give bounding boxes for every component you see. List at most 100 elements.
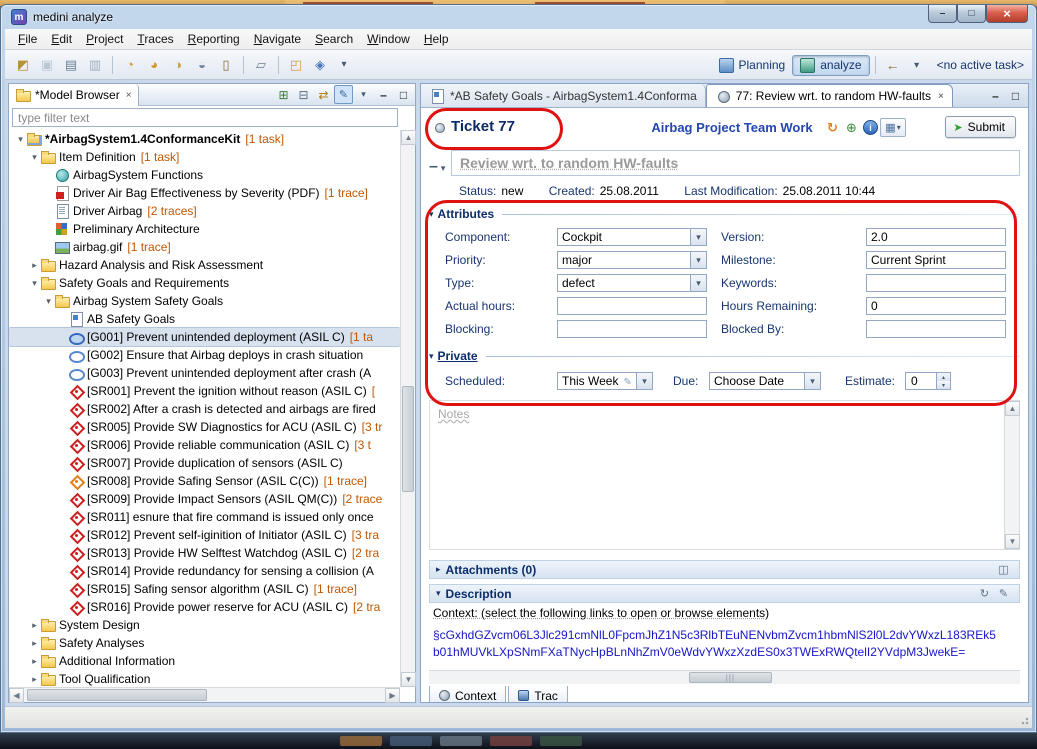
menu-window[interactable]: Window [360,30,417,48]
layout-dropdown-icon[interactable] [880,118,906,137]
tree-item[interactable]: Preliminary Architecture [9,220,400,238]
link-with-editor-icon[interactable] [314,85,333,104]
titlebar[interactable]: medini analyze [1,5,1036,29]
tree-item[interactable]: [G002] Ensure that Airbag deploys in cra… [9,346,400,364]
run-wizard-icon[interactable] [309,54,331,76]
print-icon[interactable] [60,54,82,76]
audit-icon[interactable] [191,54,213,76]
attributes-section-header[interactable]: ▾ Attributes [429,206,1020,222]
attachments-section-header[interactable]: ▸ Attachments (0) [429,560,1020,579]
expand-arrow-icon[interactable]: ▸ [29,260,40,271]
collapse-summary-control[interactable] [429,158,445,176]
tab-context[interactable]: Context [429,686,506,702]
menu-project[interactable]: Project [79,30,130,48]
taskbar-item[interactable] [540,736,582,746]
tree-item[interactable]: [SR001] Prevent the ignition without rea… [9,382,400,400]
blocking-input[interactable] [557,320,707,338]
scrollbar-thumb[interactable] [402,386,414,492]
due-select[interactable]: Choose Date [709,372,821,390]
windows-taskbar[interactable] [0,733,1037,749]
edit-description-icon[interactable] [994,584,1013,603]
toolbar-dropdown-icon[interactable] [333,54,355,76]
tree-item[interactable]: [SR006] Provide reliable communication (… [9,436,400,454]
tree-vertical-scrollbar[interactable]: ▲ ▼ [400,130,415,687]
expand-arrow-icon[interactable]: ▸ [29,656,40,667]
maximize-button[interactable] [957,5,986,23]
context-link[interactable]: §cGxhdGZvcm06L3Jlc291cmNlL0FpcmJhZ1N5c3R… [433,627,1000,662]
component-select[interactable]: Cockpit [557,228,707,246]
expand-arrow-icon[interactable]: ▾ [15,134,26,145]
tree-item[interactable]: [SR008] Provide Safing Sensor (ASIL C(C)… [9,472,400,490]
hours-remaining-input[interactable]: 0 [866,297,1006,315]
taskbar-item[interactable] [340,736,382,746]
info-icon[interactable] [861,118,880,137]
resize-grip[interactable] [1018,714,1030,726]
notes-textarea[interactable]: Notes ▲ ▼ [429,400,1020,550]
expand-arrow-icon[interactable]: ▾ [29,278,40,289]
private-section-header[interactable]: ▾ Private [429,348,1020,364]
blocked-by-input[interactable] [866,320,1006,338]
section-collapse-icon[interactable]: ▾ [429,209,434,220]
tree-item[interactable]: ▸System Design [9,616,400,634]
scheduled-select[interactable]: This Week [557,372,653,390]
edit-mode-toggle-icon[interactable] [334,85,353,104]
tab-ticket-77[interactable]: 77: Review wrt. to random HW-faults [706,84,953,107]
back-arrow-icon[interactable] [882,54,904,76]
notes-scrollbar[interactable]: ▲ ▼ [1004,401,1019,549]
tree-item[interactable]: ▾Safety Goals and Requirements [9,274,400,292]
scroll-up-icon[interactable]: ▲ [1005,401,1020,416]
tree-item[interactable]: [SR013] Provide HW Selftest Watchdog (AS… [9,544,400,562]
minimize-button[interactable] [928,5,957,23]
task-history-dropdown-icon[interactable] [906,54,928,76]
save-icon[interactable] [36,54,58,76]
tree-item[interactable]: [G003] Prevent unintended deployment aft… [9,364,400,382]
priority-select[interactable]: major [557,251,707,269]
expand-arrow-icon[interactable]: ▾ [43,296,54,307]
tree-item[interactable]: [SR016] Provide power reserve for ACU (A… [9,598,400,616]
menu-reporting[interactable]: Reporting [181,30,247,48]
tab-trac[interactable]: Trac [508,686,568,702]
perspective-analyze-button[interactable]: analyze [792,55,869,76]
tree-item[interactable]: [SR015] Safing sensor algorithm (ASIL C)… [9,580,400,598]
tree-item[interactable]: Driver Airbag[2 traces] [9,202,400,220]
section-collapse-icon[interactable]: ▾ [429,351,434,362]
tree-item[interactable]: airbag.gif[1 trace] [9,238,400,256]
scroll-left-icon[interactable]: ◀ [9,688,24,703]
description-horizontal-scrollbar[interactable]: ||| [429,670,1020,684]
new-subtask-icon[interactable] [842,118,861,137]
menu-help[interactable]: Help [417,30,456,48]
submit-button[interactable]: Submit [945,116,1016,138]
comment-icon[interactable] [119,54,141,76]
tree-item[interactable]: AB Safety Goals [9,310,400,328]
open-element-icon[interactable] [285,54,307,76]
export-icon[interactable] [84,54,106,76]
refresh-icon[interactable] [823,118,842,137]
summary-field[interactable]: Review wrt. to random HW-faults [451,150,1020,176]
tree-item[interactable]: [SR014] Provide redundancy for sensing a… [9,562,400,580]
scroll-down-icon[interactable]: ▼ [401,672,416,687]
section-expand-icon[interactable]: ▸ [436,564,441,575]
documentation-icon[interactable] [215,54,237,76]
taskbar-item[interactable] [490,736,532,746]
tree-item[interactable]: AirbagSystem Functions [9,166,400,184]
actual-hours-input[interactable] [557,297,707,315]
keywords-input[interactable] [866,274,1006,292]
scrollbar-thumb[interactable] [27,689,207,701]
perspective-planning-button[interactable]: Planning [712,56,793,75]
close-editor-icon[interactable] [938,91,944,102]
tree-item[interactable]: ▸Additional Information [9,652,400,670]
tree-item[interactable]: Driver Air Bag Effectiveness by Severity… [9,184,400,202]
stepper-buttons[interactable] [936,373,950,389]
tree-item[interactable]: [SR011] esnure that fire command is issu… [9,508,400,526]
maximize-editor-icon[interactable] [1006,86,1025,105]
tab-ab-safety-goals[interactable]: *AB Safety Goals - AirbagSystem1.4Confor… [421,84,706,107]
comments-icon[interactable] [143,54,165,76]
menu-navigate[interactable]: Navigate [247,30,308,48]
tree-item[interactable]: [SR007] Provide duplication of sensors (… [9,454,400,472]
tree-item[interactable]: ▾Item Definition[1 task] [9,148,400,166]
minimize-view-icon[interactable] [374,85,393,104]
attach-file-icon[interactable] [994,560,1013,579]
close-view-icon[interactable] [126,90,132,101]
menu-edit[interactable]: Edit [44,30,79,48]
tree-item[interactable]: ▸Safety Analyses [9,634,400,652]
